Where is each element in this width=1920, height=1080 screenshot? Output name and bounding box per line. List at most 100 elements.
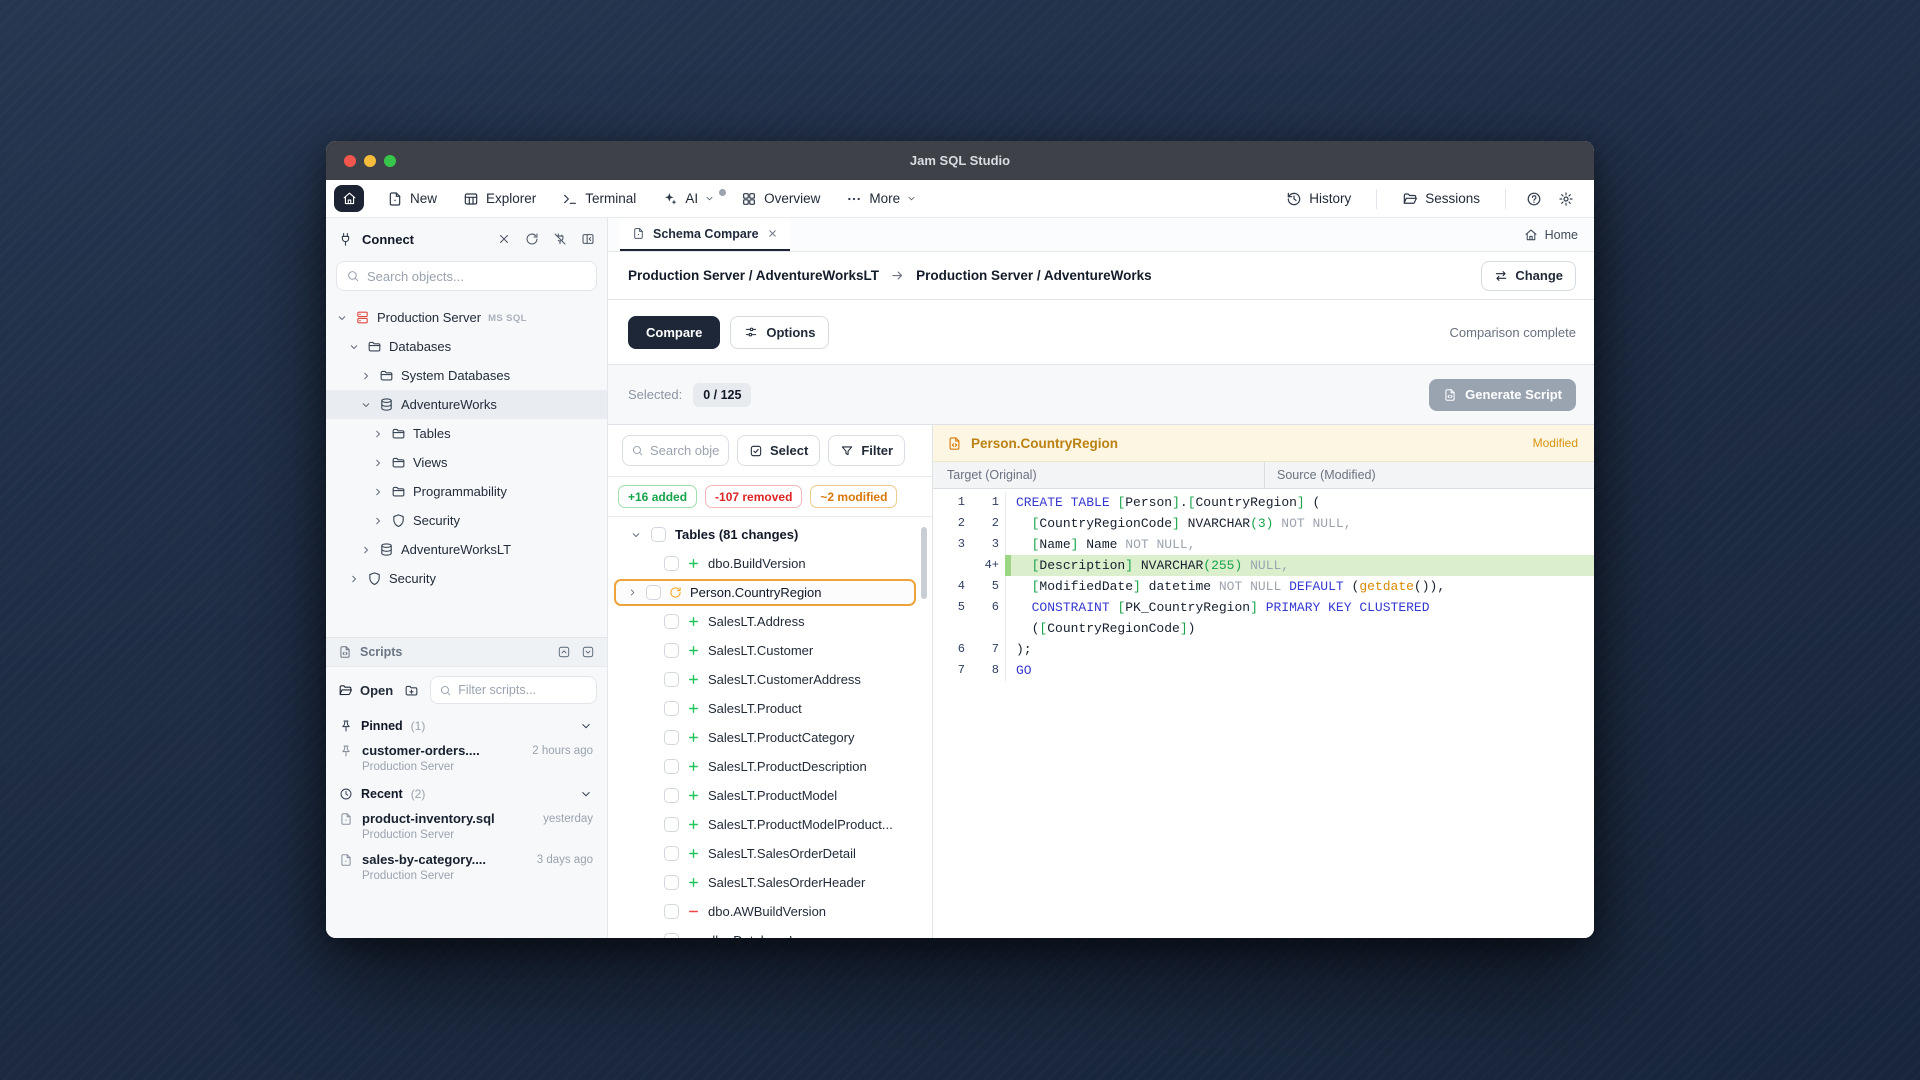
tree-item-production-server[interactable]: Production Server MS SQL — [326, 303, 607, 332]
list-item-person-countryregion[interactable]: Person.CountryRegion — [614, 579, 916, 606]
checkbox[interactable] — [664, 846, 679, 861]
refresh-connections-icon[interactable] — [525, 232, 539, 246]
target-column-header: Target (Original) — [933, 462, 1264, 488]
sessions-icon — [1402, 191, 1418, 207]
checkbox[interactable] — [664, 672, 679, 687]
list-item-saleslt-productmodel[interactable]: SalesLT.ProductModel — [608, 781, 932, 810]
scripts-section-pinned[interactable]: Pinned (1) — [326, 712, 607, 739]
tree-item-system-databases[interactable]: System Databases — [326, 361, 607, 390]
generate-script-button[interactable]: Generate Script — [1429, 379, 1576, 411]
scripts-section-recent[interactable]: Recent (2) — [326, 780, 607, 807]
object-search-input[interactable] — [367, 269, 587, 284]
settings-button[interactable] — [1552, 185, 1580, 213]
target-line-number: 4 — [933, 576, 973, 597]
collapse-panel-down-icon[interactable] — [581, 645, 595, 659]
checkbox[interactable] — [664, 614, 679, 629]
tree-item-views[interactable]: Views — [326, 448, 607, 477]
shield-icon — [391, 513, 406, 528]
script-item-customer-orders[interactable]: customer-orders.... 2 hours ago Producti… — [326, 739, 607, 780]
checkbox[interactable] — [664, 788, 679, 803]
toolbar-explorer-button[interactable]: Explorer — [452, 185, 547, 213]
added-icon — [687, 876, 700, 889]
chevron-right-icon — [360, 370, 372, 382]
checkbox[interactable] — [664, 701, 679, 716]
folder-icon — [391, 455, 406, 470]
script-filter-input[interactable] — [458, 683, 588, 697]
filter-button[interactable]: Filter — [828, 435, 905, 466]
removed-icon — [687, 934, 700, 938]
list-item-saleslt-salesorderheader[interactable]: SalesLT.SalesOrderHeader — [608, 868, 932, 897]
home-link[interactable]: Home — [1524, 218, 1578, 251]
tree-item-adventureworkslt[interactable]: AdventureWorksLT — [326, 535, 607, 564]
more-icon — [846, 191, 862, 207]
tree-item-label: AdventureWorksLT — [401, 542, 511, 557]
disconnect-icon[interactable] — [553, 232, 567, 246]
checkbox[interactable] — [664, 904, 679, 919]
list-scrollbar-thumb[interactable] — [921, 527, 927, 599]
list-item-saleslt-customer[interactable]: SalesLT.Customer — [608, 636, 932, 665]
checkbox[interactable] — [664, 643, 679, 658]
list-item-dbo-databaselog[interactable]: dbo.DatabaseLog — [608, 926, 932, 938]
tab-schema-compare[interactable]: Schema Compare — [620, 218, 790, 251]
toolbar-overview-button[interactable]: Overview — [730, 185, 831, 213]
help-icon — [1526, 191, 1542, 207]
options-button[interactable]: Options — [730, 316, 829, 349]
list-item-saleslt-customeraddress[interactable]: SalesLT.CustomerAddress — [608, 665, 932, 694]
collapse-panel-up-icon[interactable] — [557, 645, 571, 659]
toolbar-ai-button[interactable]: AI — [651, 185, 726, 213]
toolbar-new-button[interactable]: New — [376, 185, 448, 213]
home-button[interactable] — [334, 185, 364, 212]
toolbar-history-button[interactable]: History — [1275, 185, 1362, 213]
list-item-saleslt-productcategory[interactable]: SalesLT.ProductCategory — [608, 723, 932, 752]
tree-item-programmability[interactable]: Programmability — [326, 477, 607, 506]
help-button[interactable] — [1520, 185, 1548, 213]
checkbox[interactable] — [664, 759, 679, 774]
list-item-dbo-buildversion[interactable]: dbo.BuildVersion — [608, 549, 932, 578]
compare-button[interactable]: Compare — [628, 316, 720, 349]
minimize-window-button[interactable] — [364, 155, 376, 167]
close-connections-icon[interactable] — [497, 232, 511, 246]
compare-search-input[interactable] — [650, 443, 720, 458]
checkbox[interactable] — [664, 817, 679, 832]
checkbox[interactable] — [664, 730, 679, 745]
group-tables[interactable]: Tables (81 changes) — [608, 520, 932, 549]
tree-item-security[interactable]: Security — [326, 564, 607, 593]
list-item-saleslt-salesorderdetail[interactable]: SalesLT.SalesOrderDetail — [608, 839, 932, 868]
section-count: (2) — [411, 787, 426, 801]
toolbar-more-button[interactable]: More — [835, 185, 928, 213]
collapse-sidebar-icon[interactable] — [581, 232, 595, 246]
change-button[interactable]: Change — [1481, 261, 1576, 291]
added-icon — [687, 615, 700, 628]
maximize-window-button[interactable] — [384, 155, 396, 167]
home-link-label: Home — [1545, 228, 1578, 242]
close-tab-icon[interactable] — [767, 228, 778, 239]
close-window-button[interactable] — [344, 155, 356, 167]
toolbar-sessions-button[interactable]: Sessions — [1391, 185, 1491, 213]
folder-icon — [391, 484, 406, 499]
script-item-sales-by-category[interactable]: sales-by-category.... 3 days ago Product… — [326, 848, 607, 889]
tree-item-security[interactable]: Security — [326, 506, 607, 535]
script-item-product-inventory-sql[interactable]: product-inventory.sql yesterday Producti… — [326, 807, 607, 848]
code-line: 3 3 [Name] Name NOT NULL, — [933, 534, 1594, 555]
list-item-saleslt-product[interactable]: SalesLT.Product — [608, 694, 932, 723]
tree-item-adventureworks[interactable]: AdventureWorks — [326, 390, 607, 419]
tree-item-tables[interactable]: Tables — [326, 419, 607, 448]
checkbox[interactable] — [664, 875, 679, 890]
source-line-number: 1 — [973, 492, 1005, 513]
new-folder-button[interactable] — [404, 683, 419, 698]
open-script-button[interactable]: Open — [338, 683, 393, 698]
chevron-right-icon — [372, 515, 384, 527]
checkbox[interactable] — [664, 933, 679, 938]
selected-label: Selected: — [628, 387, 682, 402]
tree-item-databases[interactable]: Databases — [326, 332, 607, 361]
checkbox[interactable] — [646, 585, 661, 600]
list-item-saleslt-address[interactable]: SalesLT.Address — [608, 607, 932, 636]
select-button[interactable]: Select — [737, 435, 820, 466]
checkbox[interactable] — [651, 527, 666, 542]
list-item-saleslt-productmodelproduct[interactable]: SalesLT.ProductModelProduct... — [608, 810, 932, 839]
list-item-saleslt-productdescription[interactable]: SalesLT.ProductDescription — [608, 752, 932, 781]
toolbar-terminal-button[interactable]: Terminal — [551, 185, 647, 213]
checkbox[interactable] — [664, 556, 679, 571]
sidebar: Connect Production Server MS SQL Databas… — [326, 218, 608, 938]
list-item-dbo-awbuildversion[interactable]: dbo.AWBuildVersion — [608, 897, 932, 926]
